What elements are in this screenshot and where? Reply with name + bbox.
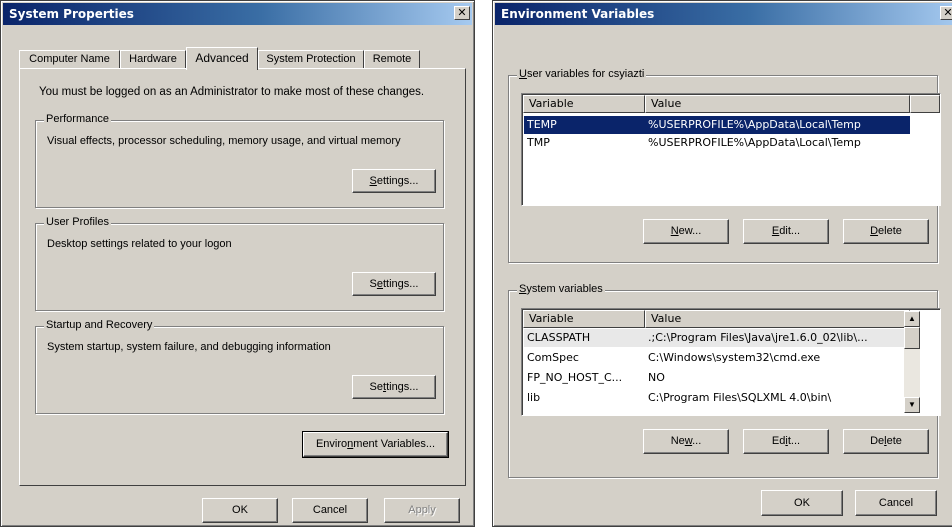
user-profiles-description: Desktop settings related to your logon [47,238,232,250]
system-variables-title: System variables [517,283,605,295]
column-header-filler [910,95,940,113]
cancel-button[interactable]: Cancel [855,490,937,516]
system-variables-group: System variables Variable Value CLASSPAT… [508,283,941,478]
tab-advanced[interactable]: Advanced [186,47,258,70]
user-variables-list[interactable]: Variable Value TEMP %USERPROFILE%\AppDat… [521,93,941,206]
startup-recovery-settings-button[interactable]: Settings... [352,375,436,399]
list-item[interactable]: TMP %USERPROFILE%\AppData\Local\Temp [524,134,910,152]
user-edit-button[interactable]: Edit... [743,219,829,244]
startup-recovery-description: System startup, system failure, and debu… [47,341,331,353]
column-header-value[interactable]: Value [645,310,910,328]
user-delete-button[interactable]: Delete [843,219,929,244]
startup-recovery-group: Startup and Recovery System startup, sys… [35,319,444,414]
admin-note: You must be logged on as an Administrato… [39,86,425,98]
column-header-value[interactable]: Value [645,95,910,113]
ok-button[interactable]: OK [202,498,278,523]
user-profiles-group: User Profiles Desktop settings related t… [35,216,444,311]
close-icon[interactable]: ✕ [940,6,952,20]
column-header-variable[interactable]: Variable [523,310,645,328]
apply-button: Apply [384,498,460,523]
ok-button[interactable]: OK [761,490,843,516]
list-item[interactable]: FP_NO_HOST_C... NO [524,369,910,387]
environment-variables-title: Environment Variables [501,7,655,21]
user-profiles-settings-button[interactable]: Settings... [352,272,436,296]
performance-description: Visual effects, processor scheduling, me… [47,135,401,147]
tab-system-protection[interactable]: System Protection [258,50,364,69]
list-item[interactable]: TEMP %USERPROFILE%\AppData\Local\Temp [524,116,910,134]
system-variables-scrollbar[interactable]: ▲ ▼ [904,311,920,413]
user-variables-title: User variables for csyiazti [517,68,647,80]
list-item[interactable]: CLASSPATH .;C:\Program Files\Java\jre1.6… [524,329,910,347]
user-new-button[interactable]: New... [643,219,729,244]
scroll-down-icon[interactable]: ▼ [904,397,920,413]
close-icon[interactable]: ✕ [454,6,470,20]
tab-computer-name[interactable]: Computer Name [19,50,120,69]
system-properties-title-bar[interactable]: System Properties [3,3,472,25]
system-edit-button[interactable]: Edit... [743,429,829,454]
tab-remote[interactable]: Remote [364,50,420,69]
list-item[interactable]: lib C:\Program Files\SQLXML 4.0\bin\ [524,389,910,407]
environment-variables-button[interactable]: Environment Variables... [302,431,449,458]
performance-group: Performance Visual effects, processor sc… [35,113,444,208]
system-new-button[interactable]: New... [643,429,729,454]
system-properties-window: System Properties ✕ Computer Name Hardwa… [0,0,475,527]
user-profiles-group-title: User Profiles [44,216,111,228]
system-variables-list[interactable]: Variable Value CLASSPATH .;C:\Program Fi… [521,308,941,416]
environment-variables-title-bar[interactable]: Environment Variables [495,3,952,25]
startup-recovery-group-title: Startup and Recovery [44,319,155,331]
user-variables-group: User variables for csyiazti Variable Val… [508,68,941,263]
performance-settings-button[interactable]: Settings... [352,169,436,193]
system-properties-title: System Properties [9,7,134,21]
environment-variables-window: Environment Variables ✕ User variables f… [492,0,952,527]
list-item[interactable]: ComSpec C:\Windows\system32\cmd.exe [524,349,910,367]
column-header-variable[interactable]: Variable [523,95,645,113]
scrollbar-thumb[interactable] [904,327,920,349]
scroll-up-icon[interactable]: ▲ [904,311,920,327]
cancel-button[interactable]: Cancel [292,498,368,523]
performance-group-title: Performance [44,113,111,125]
system-delete-button[interactable]: Delete [843,429,929,454]
tab-hardware[interactable]: Hardware [120,50,186,69]
advanced-tab-panel: You must be logged on as an Administrato… [19,68,466,486]
